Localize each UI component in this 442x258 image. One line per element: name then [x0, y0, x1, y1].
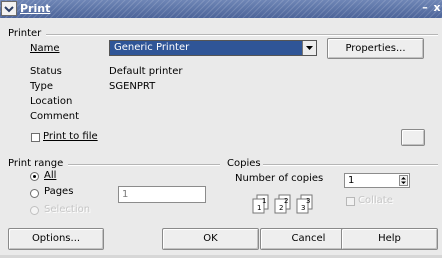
options-button[interactable]: Options... — [8, 228, 104, 250]
properties-button-label: Properties... — [345, 43, 406, 54]
copies-spinbox-value: 1 — [348, 175, 355, 186]
browse-file-button[interactable] — [401, 129, 425, 146]
all-pages-label[interactable]: All — [44, 170, 56, 181]
pages-input-value: 1 — [122, 189, 129, 200]
selection-label: Selection — [44, 204, 91, 215]
pages-radio[interactable] — [30, 189, 39, 198]
type-value: SGENPRT — [109, 81, 156, 92]
print-range-group-divider — [68, 164, 220, 166]
svg-text:2: 2 — [279, 204, 283, 212]
ok-button-label: OK — [203, 233, 218, 244]
svg-text:3: 3 — [301, 204, 305, 212]
minimize-icon[interactable]: – — [419, 2, 431, 15]
type-label: Type — [30, 81, 53, 92]
printer-group-label: Printer — [8, 28, 42, 39]
options-button-label: Options... — [31, 233, 81, 244]
help-button-label: Help — [378, 233, 401, 244]
svg-text:1: 1 — [257, 204, 261, 212]
collate-pages-icon: 11 22 33 — [249, 192, 329, 218]
copies-spinbox[interactable]: 1 — [344, 173, 410, 188]
print-dialog: Print – x Printer Name Generic Printer P… — [0, 0, 442, 258]
selection-radio — [30, 206, 39, 215]
status-label: Status — [30, 66, 62, 77]
help-button[interactable]: Help — [341, 228, 438, 250]
printer-name-combo[interactable]: Generic Printer — [109, 40, 317, 56]
collate-checkbox — [346, 197, 355, 206]
window-title: Print — [20, 2, 51, 15]
name-label: Name — [30, 43, 60, 54]
printer-name-value: Generic Printer — [114, 42, 190, 53]
print-to-file-label[interactable]: Print to file — [43, 131, 98, 142]
properties-button[interactable]: Properties... — [327, 38, 424, 59]
ok-button[interactable]: OK — [162, 228, 259, 250]
number-of-copies-label: Number of copies — [235, 173, 323, 184]
pages-input[interactable]: 1 — [118, 186, 206, 203]
print-to-file-checkbox[interactable] — [31, 133, 40, 142]
copies-group-divider — [263, 164, 438, 166]
comment-label: Comment — [30, 111, 79, 122]
collate-label: Collate — [358, 195, 393, 206]
window-menu-icon[interactable] — [1, 1, 17, 16]
all-pages-radio[interactable] — [30, 172, 39, 181]
title-bar[interactable]: Print – x — [0, 0, 442, 18]
pages-label[interactable]: Pages — [44, 186, 73, 197]
location-label: Location — [30, 96, 73, 107]
copies-group-label: Copies — [227, 158, 261, 169]
triangle-down-icon[interactable] — [302, 41, 316, 55]
number-of-copies-text: Number of copies — [235, 173, 324, 184]
status-value: Default printer — [109, 66, 183, 77]
svg-text:3: 3 — [306, 197, 310, 205]
svg-text:2: 2 — [284, 197, 288, 205]
cancel-button-label: Cancel — [291, 233, 326, 244]
print-range-group-label: Print range — [8, 158, 64, 169]
svg-text:1: 1 — [262, 197, 266, 205]
close-icon[interactable]: x — [431, 2, 442, 15]
printer-group-divider — [46, 34, 438, 36]
spin-arrows-icon[interactable] — [399, 175, 408, 186]
